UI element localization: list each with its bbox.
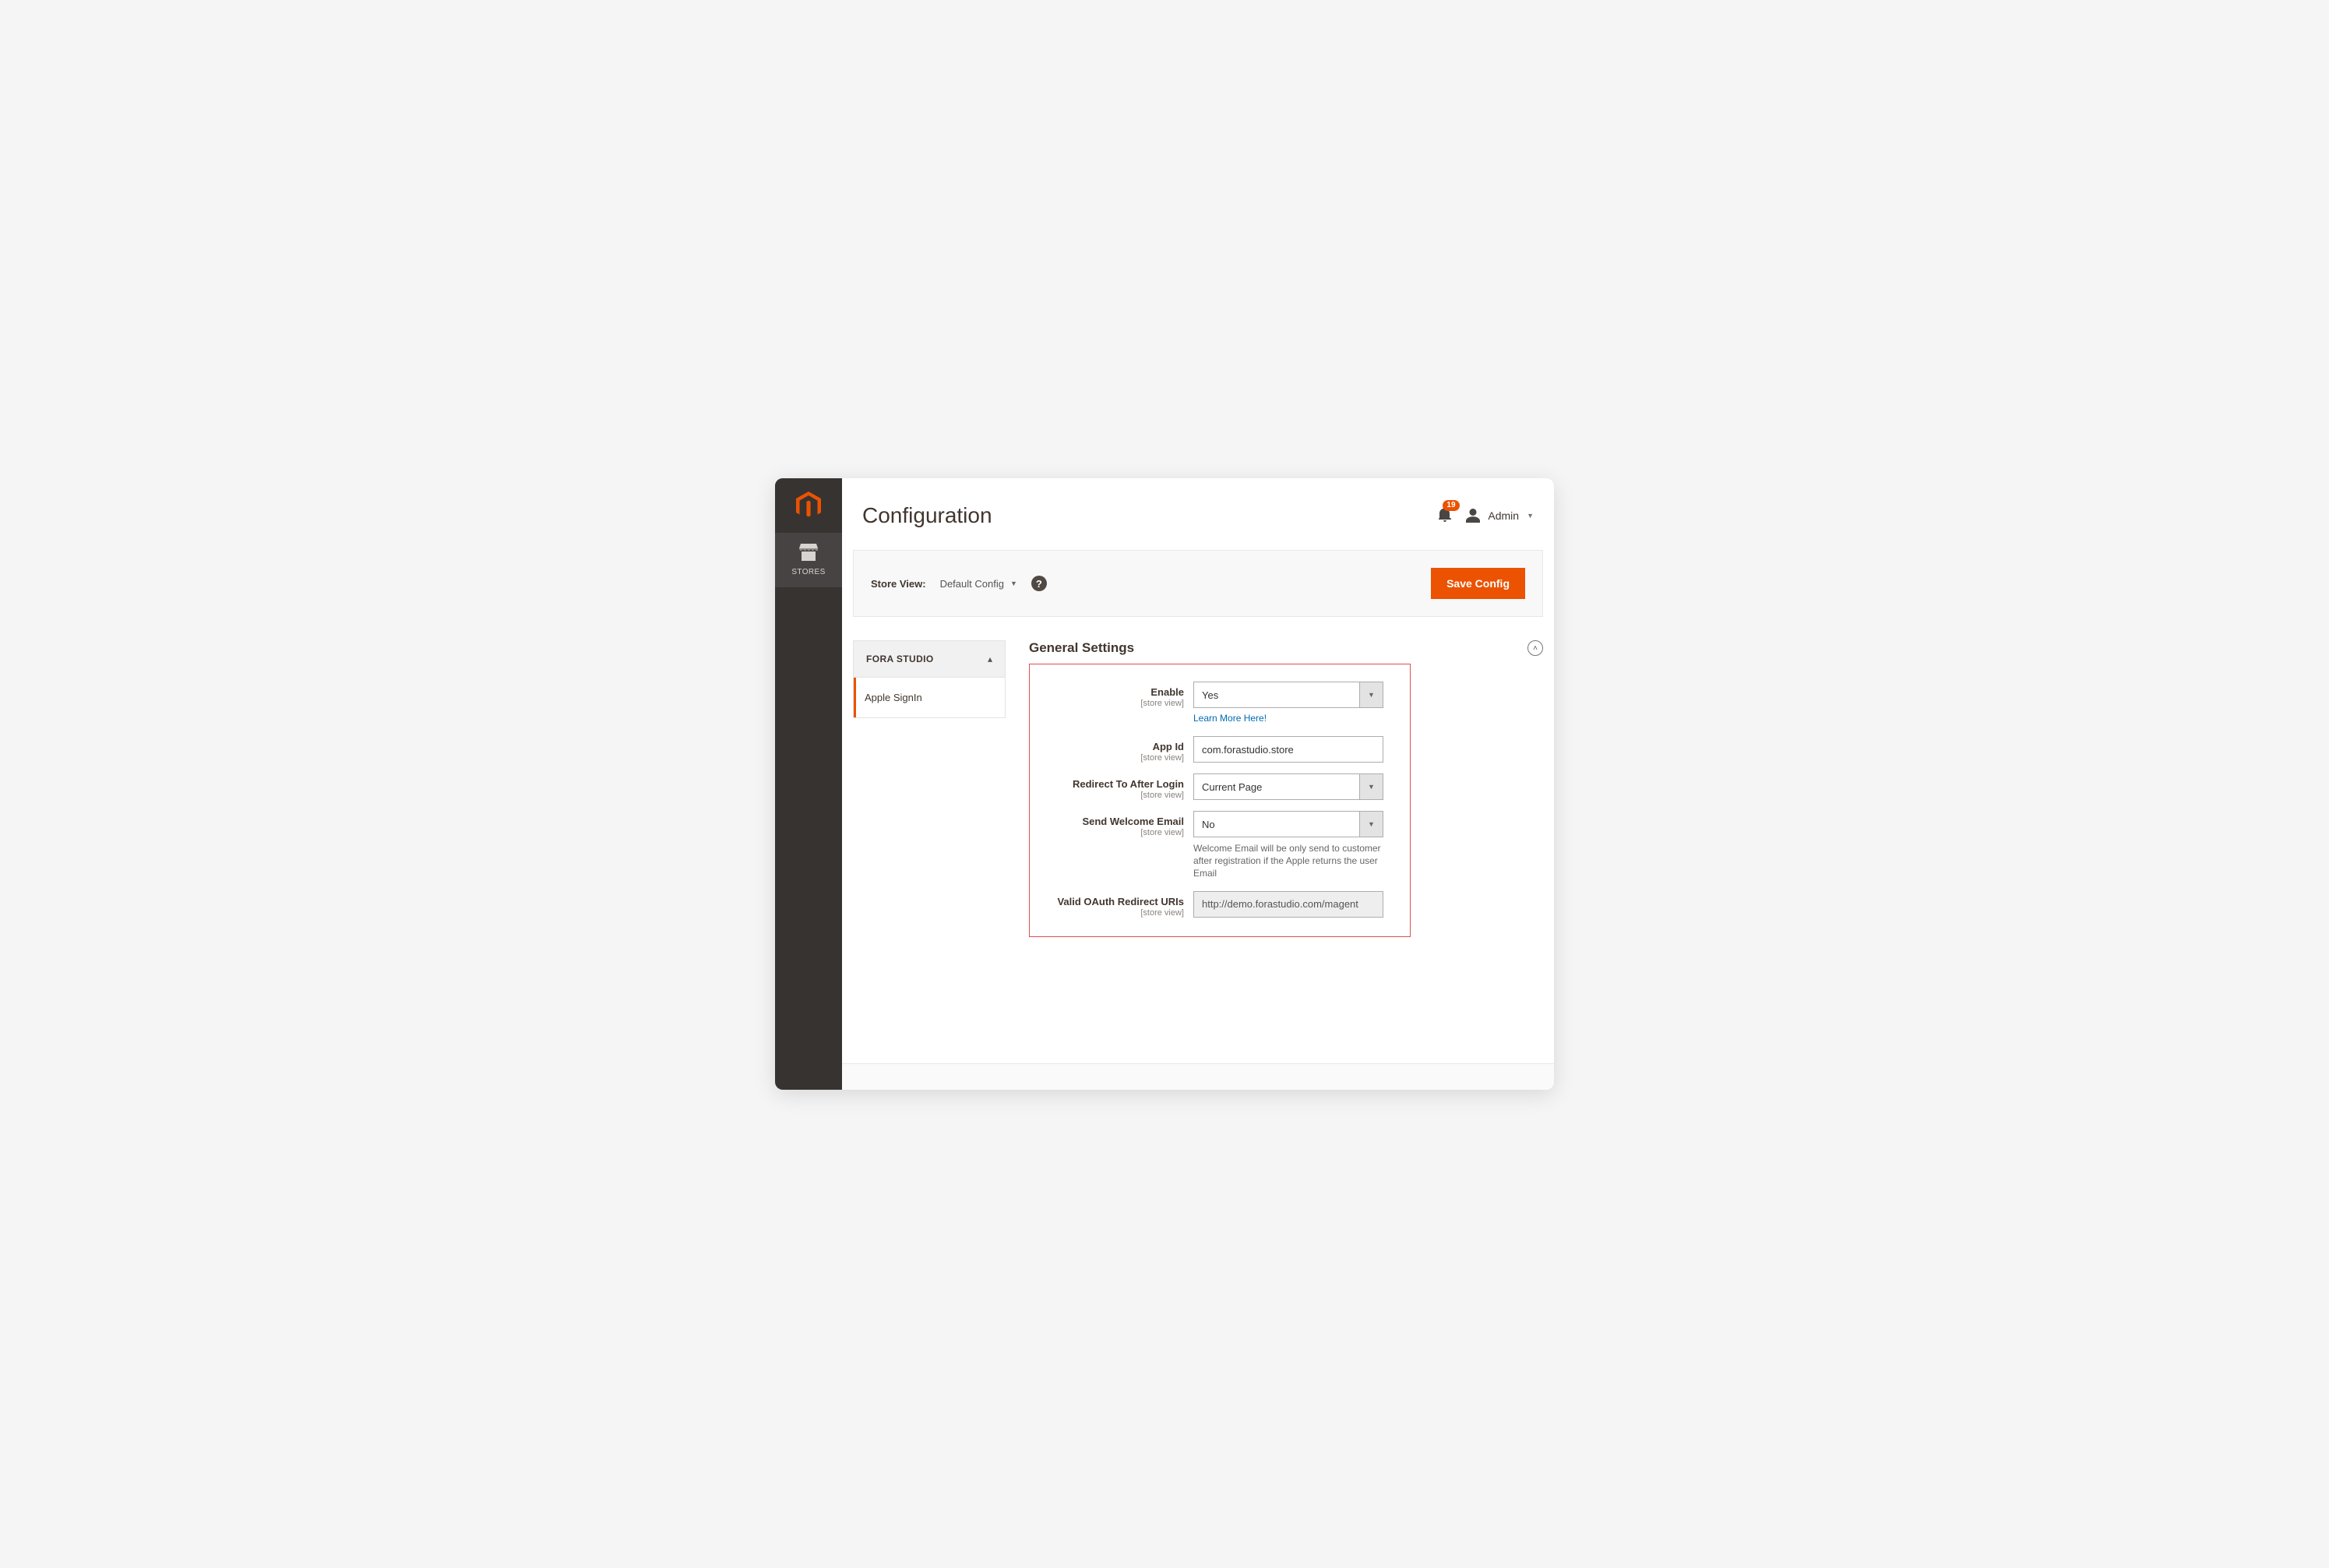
enable-select[interactable]: Yes ▼ [1193, 682, 1383, 708]
scope-bar: Store View: Default Config ▼ ? Save Conf… [853, 550, 1543, 617]
sidebar-item-label: STORES [791, 568, 825, 576]
page-header: Configuration 19 Admin ▼ [842, 478, 1554, 536]
select-value: Yes [1202, 689, 1359, 701]
admin-app: STORES Configuration 19 Admin ▼ [775, 478, 1554, 1090]
notifications-button[interactable]: 19 [1438, 506, 1452, 526]
sidebar-item-stores[interactable]: STORES [775, 533, 842, 587]
body-area: FORA STUDIO ▴ Apple SignIn General Setti… [842, 617, 1554, 1063]
stores-icon [799, 544, 818, 561]
caret-down-icon: ▼ [1359, 774, 1383, 799]
tab-label: Apple SignIn [865, 692, 922, 703]
caret-down-icon: ▼ [1527, 512, 1534, 520]
user-name: Admin [1488, 509, 1519, 522]
field-label-col: App Id [store view] [1044, 736, 1184, 763]
field-control-col [1193, 736, 1396, 763]
main-area: Configuration 19 Admin ▼ [842, 478, 1554, 1090]
user-icon [1466, 509, 1480, 523]
config-nav: FORA STUDIO ▴ Apple SignIn [853, 640, 1006, 1048]
field-control-col: No ▼ Welcome Email will be only send to … [1193, 811, 1396, 880]
form-area: General Settings ˄ Enable [store view] [1029, 640, 1543, 1048]
redirect-uris-input[interactable]: http://demo.forastudio.com/magent [1193, 891, 1383, 918]
footer-strip [842, 1063, 1554, 1090]
scope-left: Store View: Default Config ▼ ? [871, 576, 1047, 591]
redirect-select[interactable]: Current Page ▼ [1193, 773, 1383, 800]
field-label-col: Send Welcome Email [store view] [1044, 811, 1184, 837]
app-id-input[interactable] [1193, 736, 1383, 763]
store-view-value: Default Config [940, 578, 1004, 590]
magento-logo[interactable] [775, 478, 842, 533]
field-scope-note: [store view] [1044, 791, 1184, 800]
chevron-up-icon: ▴ [988, 654, 992, 664]
field-label: Valid OAuth Redirect URIs [1044, 896, 1184, 907]
field-label-col: Valid OAuth Redirect URIs [store view] [1044, 891, 1184, 918]
caret-down-icon: ▼ [1010, 580, 1017, 587]
header-actions: 19 Admin ▼ [1438, 506, 1534, 526]
field-label: Enable [1044, 686, 1184, 698]
section-collapse-toggle[interactable]: ˄ [1527, 640, 1543, 656]
help-button[interactable]: ? [1031, 576, 1047, 591]
field-label: App Id [1044, 741, 1184, 752]
field-row-enable: Enable [store view] Yes ▼ Learn More Her… [1044, 682, 1396, 725]
field-row-welcome-email: Send Welcome Email [store view] No ▼ Wel… [1044, 811, 1396, 880]
field-control-col: Yes ▼ Learn More Here! [1193, 682, 1396, 725]
caret-down-icon: ▼ [1359, 682, 1383, 707]
field-control-col: http://demo.forastudio.com/magent [1193, 891, 1396, 918]
section-header: General Settings ˄ [1029, 640, 1543, 664]
field-control-col: Current Page ▼ [1193, 773, 1396, 800]
select-value: Current Page [1202, 781, 1359, 793]
redirect-uris-value: http://demo.forastudio.com/magent [1202, 898, 1358, 910]
field-row-redirect-uris: Valid OAuth Redirect URIs [store view] h… [1044, 891, 1396, 918]
field-label-col: Enable [store view] [1044, 682, 1184, 708]
config-nav-tabs: Apple SignIn [853, 678, 1006, 718]
config-nav-group-header[interactable]: FORA STUDIO ▴ [853, 640, 1006, 678]
field-hint: Welcome Email will be only send to custo… [1193, 842, 1383, 880]
config-nav-group-title: FORA STUDIO [866, 654, 934, 664]
page-title: Configuration [862, 503, 992, 528]
notifications-count-badge: 19 [1443, 500, 1459, 511]
chevron-up-icon: ˄ [1533, 644, 1538, 653]
field-label-col: Redirect To After Login [store view] [1044, 773, 1184, 800]
field-row-redirect: Redirect To After Login [store view] Cur… [1044, 773, 1396, 800]
tab-apple-signin[interactable]: Apple SignIn [854, 678, 1005, 717]
store-view-label: Store View: [871, 578, 926, 590]
store-view-selector[interactable]: Default Config ▼ [940, 578, 1017, 590]
select-value: No [1202, 819, 1359, 830]
user-menu[interactable]: Admin ▼ [1466, 509, 1534, 523]
general-settings-fields: Enable [store view] Yes ▼ Learn More Her… [1029, 664, 1411, 937]
field-scope-note: [store view] [1044, 699, 1184, 708]
admin-sidebar: STORES [775, 478, 842, 1090]
field-label: Send Welcome Email [1044, 816, 1184, 827]
field-row-app-id: App Id [store view] [1044, 736, 1396, 763]
welcome-email-select[interactable]: No ▼ [1193, 811, 1383, 837]
section-title: General Settings [1029, 640, 1134, 656]
save-config-button[interactable]: Save Config [1431, 568, 1525, 599]
field-scope-note: [store view] [1044, 828, 1184, 837]
field-label: Redirect To After Login [1044, 778, 1184, 790]
caret-down-icon: ▼ [1359, 812, 1383, 837]
magento-logo-icon [795, 492, 823, 520]
field-scope-note: [store view] [1044, 908, 1184, 918]
field-scope-note: [store view] [1044, 753, 1184, 763]
learn-more-link[interactable]: Learn More Here! [1193, 713, 1267, 724]
